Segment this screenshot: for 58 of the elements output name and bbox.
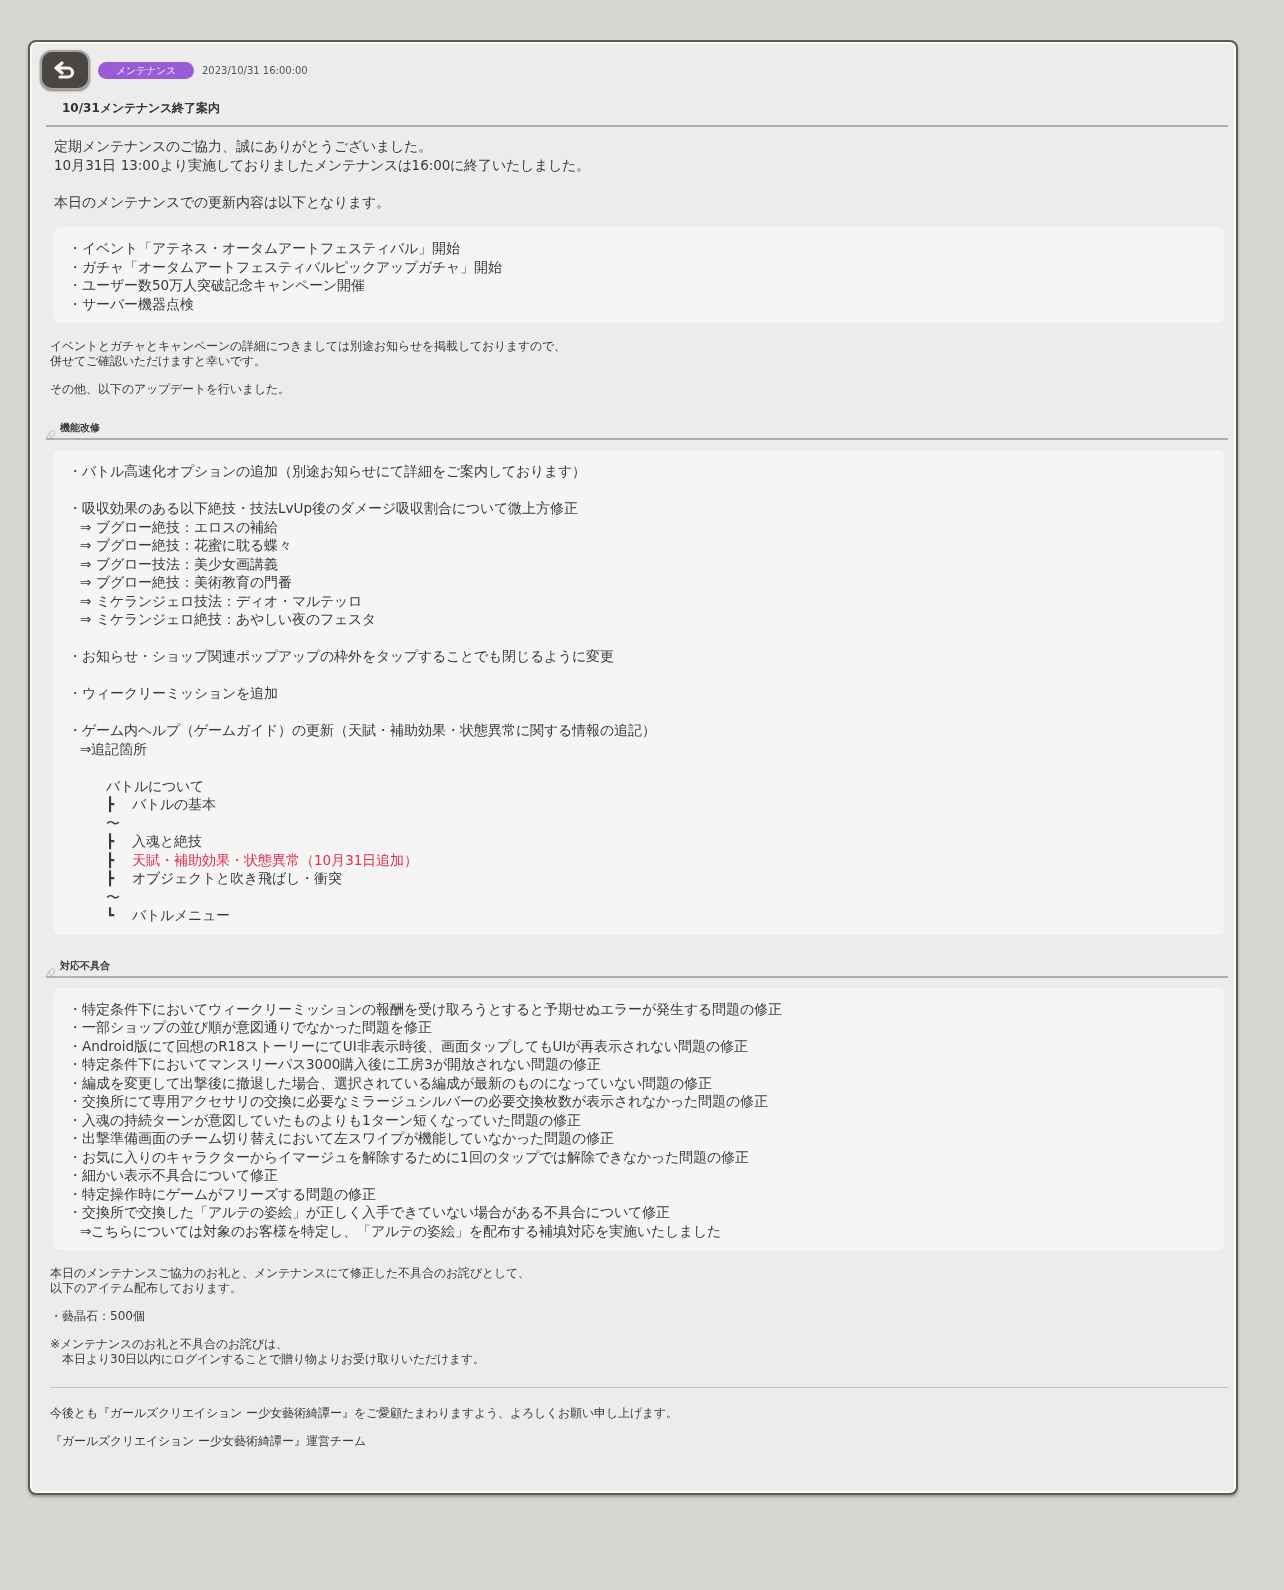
note-paragraph: 『ガールズクリエイション ー少女藝術綺譚ー』運営チーム <box>50 1434 367 1449</box>
list-item: ⇒ ブグロー絶技：美術教育の門番 <box>80 573 293 592</box>
list-item: ⇒ ブグロー絶技：エロスの補給 <box>80 517 279 536</box>
tree-branch-mark: ┣ <box>106 795 116 814</box>
list-item: ・ユーザー数50万人突破記念キャンペーン開催 <box>68 276 367 295</box>
list-item: ⇒ ミケランジェロ絶技：あやしい夜のフェスタ <box>80 610 377 629</box>
note-paragraph: イベントとガチャとキャンペーンの詳細につきましては別途お知らせを掲載しておりますので、 併せてご確認いただけますと幸いです。 <box>50 339 567 369</box>
body-paragraph: 定期メンテナンスのご協力、誠にありがとうございました。 10月31日 13:00より実施しておりましたメンテナンスは16:00に終了いたしました。 <box>53 137 592 174</box>
list-item: ・吸収効果のある以下絶技・技法LvUp後のダメージ吸収割合について微上方修正 <box>68 499 579 518</box>
list-item: ・交換所で交換した「アルテの姿絵」が正しく入手できていない場合がある不具合について修正 <box>68 1203 671 1222</box>
list-item: ・Android版にて回想のR18ストーリーにてUI非表示時後、画面タップしてもUIが再表示されない問題の修正 <box>68 1036 750 1055</box>
tree-item: バトルメニュー <box>132 906 230 925</box>
list-item: ・イベント「アテネス・オータムアートフェスティバル」開始 <box>68 239 461 258</box>
note-paragraph: ・藝晶石：500個 <box>50 1309 146 1324</box>
category-tag: メンテナンス <box>98 61 194 79</box>
section-heading: 対応不具合 <box>60 958 111 973</box>
body-paragraph: 本日のメンテナンスでの更新内容は以下となります。 <box>53 192 391 211</box>
tree-branch-mark: ┣ <box>106 850 116 869</box>
tree-branch-mark: 〜 <box>106 813 121 832</box>
back-button[interactable] <box>40 50 90 90</box>
list-item: ・特定条件下においてマンスリーパス3000購入後に工房3が開放されない問題の修正 <box>68 1055 602 1074</box>
notice-title: 10/31メンテナンス終了案内 <box>62 100 221 117</box>
list-item: ⇒ ブグロー技法：美少女画講義 <box>80 554 279 573</box>
list-item: ・バトル高速化オプションの追加（別途お知らせにて詳細をご案内しております） <box>68 462 587 481</box>
back-arrow-icon <box>54 60 76 80</box>
note-paragraph: ※メンテナンスのお礼と不具合のお詫びは、 本日より30日以内にログインすることで贈り物よりお受け取りいただけます。 <box>50 1337 487 1367</box>
list-item: ・特定条件下においてウィークリーミッションの報酬を受け取ろうとすると予期せぬエラーが発生する問題の修正 <box>68 999 783 1018</box>
list-item: ・一部ショップの並び順が意図通りでなかった問題を修正 <box>68 1018 433 1037</box>
list-item: ・出撃準備画面のチーム切り替えにおいて左スワイプが機能していなかった問題の修正 <box>68 1129 615 1148</box>
list-item: ・お気に入りのキャラクターからイマージュを解除するために1回のタップでは解除できなかった問題の修正 <box>68 1147 750 1166</box>
tree-item: バトルの基本 <box>132 795 216 814</box>
list-item: ⇒追記箇所 <box>80 739 149 758</box>
list-item: ・細かい表示不具合について修正 <box>68 1166 279 1185</box>
tree-branch-mark: ┣ <box>106 832 116 851</box>
tree-branch-mark: 〜 <box>106 887 121 906</box>
list-item: ・入魂の持続ターンが意図していたものよりも1ターン短くなっていた問題の修正 <box>68 1110 582 1129</box>
note-paragraph: その他、以下のアップデートを行いました。 <box>50 382 291 397</box>
list-item: ・お知らせ・ショップ関連ポップアップの枠外をタップすることでも閉じるように変更 <box>68 647 615 666</box>
list-item: ⇒ ブグロー絶技：花蜜に耽る蝶々 <box>80 536 293 555</box>
post-date: 2023/10/31 16:00:00 <box>202 64 308 76</box>
list-item: ・特定操作時にゲームがフリーズする問題の修正 <box>68 1184 377 1203</box>
list-item: ・交換所にて専用アクセサリの交換に必要なミラージュシルバーの必要交換枚数が表示されなかった問題の修正 <box>68 1092 769 1111</box>
list-item: ・ガチャ「オータムアートフェスティバルピックアップガチャ」開始 <box>68 257 503 276</box>
note-paragraph: 本日のメンテナンスご協力のお礼と、メンテナンスにて修正した不具合のお詫びとして、 以下のアイテム配布しております。 <box>50 1266 531 1296</box>
list-item: ⇒ ミケランジェロ技法：ディオ・マルテッロ <box>80 591 363 610</box>
list-item: ・編成を変更して出撃後に撤退した場合、選択されている編成が最新のものになっていない問題の修正 <box>68 1073 713 1092</box>
tree-item: 天賦・補助効果・状態異常（10月31日追加） <box>132 850 419 869</box>
list-item: ・ゲーム内ヘルプ（ゲームガイド）の更新（天賦・補助効果・状態異常に関する情報の追記） <box>68 721 657 740</box>
tree-branch-mark: ┗ <box>106 906 116 925</box>
list-item: ⇒こちらについては対象のお客様を特定し、「アルテの姿絵」を配布する補填対応を実施いたしました <box>80 1221 723 1240</box>
tree-item: オブジェクトと吹き飛ばし・衝突 <box>132 869 342 888</box>
list-item: ・ウィークリーミッションを追加 <box>68 684 279 703</box>
list-item: ・サーバー機器点検 <box>68 294 195 313</box>
section-heading: 機能改修 <box>60 421 101 435</box>
note-paragraph: 今後とも『ガールズクリエイション ー少女藝術綺譚ー』をご愛顧たまわりますよう、よろしくお願い申し上げます。 <box>50 1406 679 1421</box>
tree-root: バトルについて <box>106 776 205 795</box>
tree-branch-mark: ┣ <box>106 869 116 888</box>
tree-item: 入魂と絶技 <box>132 832 202 851</box>
